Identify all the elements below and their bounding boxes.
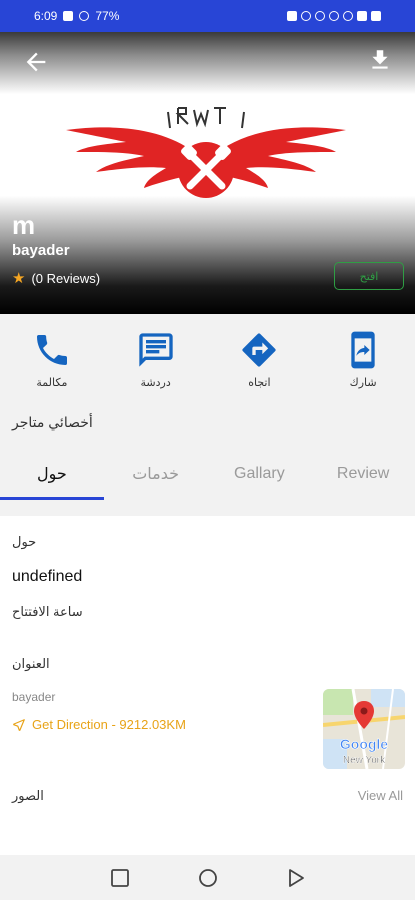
direction-action[interactable]: اتجاه <box>208 314 312 400</box>
opening-hours-title: ساعة الافتتاح <box>12 604 83 619</box>
navigation-arrow-icon <box>13 718 25 731</box>
signal-icon <box>357 11 367 21</box>
view-all-link[interactable]: View All <box>358 788 403 803</box>
battery-icon <box>371 11 381 21</box>
open-status-badge: افتح <box>334 262 404 290</box>
status-time: 6:09 <box>34 9 58 23</box>
store-header: m bayader ★ (0 Reviews) افتح <box>0 32 415 314</box>
back-arrow-icon[interactable] <box>22 48 50 76</box>
store-initial: m <box>12 210 36 240</box>
app-icon <box>287 11 297 21</box>
address-value: bayader <box>12 690 56 704</box>
tab-services[interactable]: خدمات <box>104 448 208 500</box>
map-brand: Google <box>340 736 388 752</box>
direction-label: اتجاه <box>248 377 271 389</box>
tab-gallery[interactable]: Gallary <box>208 448 312 500</box>
share-action[interactable]: شارك <box>311 314 415 400</box>
dnd-icon <box>329 11 339 21</box>
store-logo <box>66 107 346 198</box>
wifi-icon <box>343 11 353 21</box>
home-circle-icon[interactable] <box>198 868 218 888</box>
status-bar: 6:09 77% <box>0 0 415 32</box>
chat-icon <box>138 333 173 367</box>
chat-action[interactable]: دردشة <box>104 314 208 400</box>
notification-icon <box>63 11 74 21</box>
address-title: العنوان <box>12 656 50 671</box>
get-direction-link[interactable]: Get Direction - 9212.03KM <box>12 717 186 732</box>
direction-icon <box>242 333 277 367</box>
about-panel: حول undefined ساعة الافتتاح العنوان baya… <box>0 516 415 855</box>
reviews-count: (0 Reviews) <box>31 270 101 286</box>
battery-percent: 77% <box>95 9 120 23</box>
back-triangle-icon[interactable] <box>286 868 306 888</box>
system-nav-bar <box>0 855 415 900</box>
about-value: undefined <box>12 568 83 585</box>
tab-about[interactable]: حول <box>0 448 104 500</box>
rating-row: ★ (0 Reviews) <box>12 269 100 287</box>
store-category: أخصائي متاجر <box>12 414 93 430</box>
recents-square-icon[interactable] <box>110 868 130 888</box>
share-icon <box>351 331 375 369</box>
chat-label: دردشة <box>140 377 171 389</box>
phone-icon <box>36 335 67 365</box>
direction-text: Get Direction - 9212.03KM <box>32 717 186 732</box>
call-action[interactable]: مكالمة <box>0 314 104 400</box>
photos-title: الصور <box>12 788 44 803</box>
alarm-icon <box>315 11 325 21</box>
map-thumbnail[interactable]: Google New York <box>323 689 405 769</box>
action-row: مكالمة دردشة اتجاه شارك <box>0 314 415 400</box>
call-label: مكالمة <box>36 377 68 389</box>
about-title: حول <box>12 534 37 549</box>
tab-bar: حول خدمات Gallary Review <box>0 448 415 500</box>
download-icon[interactable] <box>367 46 393 74</box>
map-city: New York <box>343 755 386 766</box>
sync-icon <box>79 11 90 21</box>
map-image: Google New York <box>323 689 405 769</box>
tab-review[interactable]: Review <box>311 448 415 500</box>
share-label: شارك <box>349 377 377 389</box>
store-name: bayader <box>12 242 70 259</box>
star-icon: ★ <box>12 270 26 287</box>
location-icon <box>301 11 311 21</box>
